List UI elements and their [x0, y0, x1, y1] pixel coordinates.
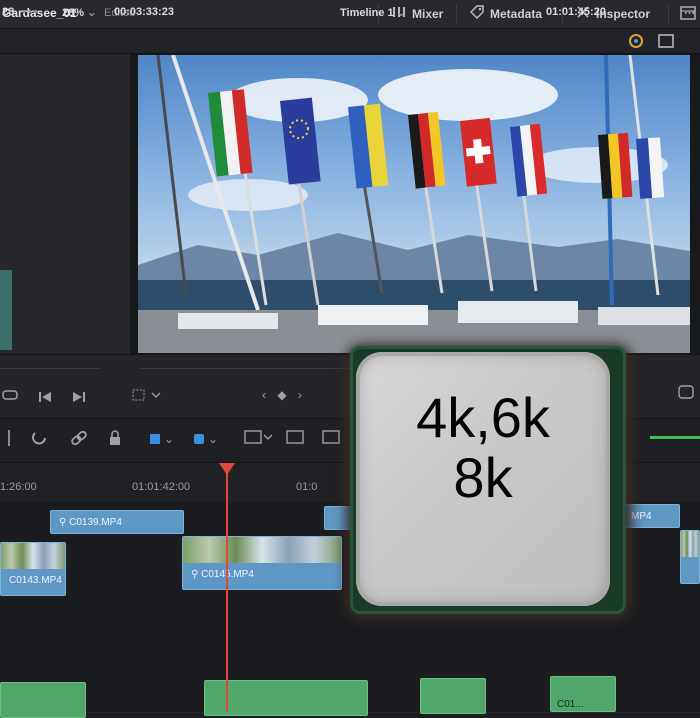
timeline-clip[interactable]	[680, 530, 700, 584]
clip-thumbnail	[681, 531, 699, 557]
clip-link-icon: ⚲	[59, 517, 70, 528]
clip-name: MP4	[631, 511, 652, 522]
audio-output-icon[interactable]	[678, 384, 694, 404]
timeline-clip[interactable]: ⚲ C0145.MP4	[182, 536, 342, 590]
resolution-line-1: 4k,6k	[416, 386, 550, 449]
source-viewer-panel	[0, 54, 145, 354]
playhead-line	[226, 468, 228, 712]
clip-name: C01...	[557, 699, 584, 710]
clip-name: C0139.MP4	[69, 517, 122, 528]
zoom-detail-icon[interactable]	[322, 428, 344, 450]
chevron-down-icon: ⌄	[164, 432, 175, 446]
chevron-down-icon: ⌄	[396, 7, 406, 19]
resolution-line-2: 8k	[453, 446, 513, 509]
more-options-icon[interactable]: •••	[22, 6, 40, 18]
ruler-timecode: 1:26:00	[0, 481, 37, 493]
marker-icon	[194, 434, 204, 444]
ruler-timecode: 01:01:42:00	[132, 481, 191, 493]
audio-clip[interactable]	[0, 682, 86, 718]
chevron-down-icon: ⌄	[208, 432, 219, 446]
timeline-clip[interactable]: C0143.MP4	[0, 542, 66, 596]
flag-color-dropdown[interactable]: ⌄	[150, 432, 174, 446]
clip-link-icon: ⚲	[191, 569, 202, 580]
flag-icon	[150, 434, 160, 444]
viewer-layout-icon[interactable]	[658, 34, 674, 53]
more-options-icon[interactable]: ⋯	[684, 6, 695, 19]
jump-to-last-frame-icon[interactable]	[72, 390, 86, 407]
zoom-dropdown[interactable]: 28% ⌄	[62, 6, 96, 19]
edit-point-navigator-icon[interactable]: ‹ ◆ ›	[262, 388, 306, 402]
audio-level-slider[interactable]	[650, 436, 700, 439]
record-timecode: 01:01:45:20	[546, 6, 606, 18]
timeline-selector[interactable]: Timeline 1 ⌄	[340, 6, 406, 19]
clip-thumbnail	[183, 537, 341, 563]
timeline-view-options-icon[interactable]	[244, 428, 274, 450]
source-thumbnail-edge	[0, 270, 12, 350]
audio-clip[interactable]	[204, 680, 368, 716]
clip-name: C0143.MP4	[9, 575, 62, 586]
audio-clip[interactable]: C01...	[550, 676, 616, 712]
divider	[456, 4, 457, 24]
audio-clip[interactable]	[420, 678, 486, 714]
viewer-left-value: 28	[2, 6, 15, 18]
loop-icon[interactable]	[2, 388, 18, 406]
mixer-label: Mixer	[412, 6, 444, 21]
cpu-overlay-text: 4k,6k 8k	[356, 388, 610, 508]
crop-transform-icon[interactable]	[132, 388, 162, 406]
ruler-timecode: 01:0	[296, 481, 318, 493]
chevron-down-icon: ⌄	[87, 7, 97, 19]
marker-color-dropdown[interactable]: ⌄	[194, 432, 218, 446]
selection-tool-icon[interactable]	[0, 430, 10, 446]
zoom-value: 28%	[62, 7, 85, 19]
zoom-to-fit-icon[interactable]	[286, 428, 310, 450]
jump-to-first-frame-icon[interactable]	[38, 390, 52, 407]
viewer-header	[0, 29, 700, 54]
lock-icon[interactable]	[108, 430, 122, 450]
color-wheel-icon[interactable]	[628, 33, 644, 54]
snapping-icon[interactable]	[32, 430, 48, 450]
divider	[668, 4, 669, 24]
playhead-handle[interactable]	[219, 463, 235, 475]
timeline-clip[interactable]: ⚲ C0139.MP4	[50, 510, 184, 534]
viewer-frame-image	[138, 55, 690, 353]
link-icon[interactable]	[70, 430, 88, 450]
metadata-button[interactable]: Metadata	[469, 5, 543, 23]
source-scrubber[interactable]	[0, 368, 100, 377]
source-timecode: 00:03:33:23	[114, 6, 174, 18]
timeline-name: Timeline 1	[340, 7, 394, 19]
metadata-tag-icon	[469, 5, 484, 23]
clip-thumbnail	[1, 543, 65, 569]
metadata-label: Metadata	[490, 7, 543, 21]
